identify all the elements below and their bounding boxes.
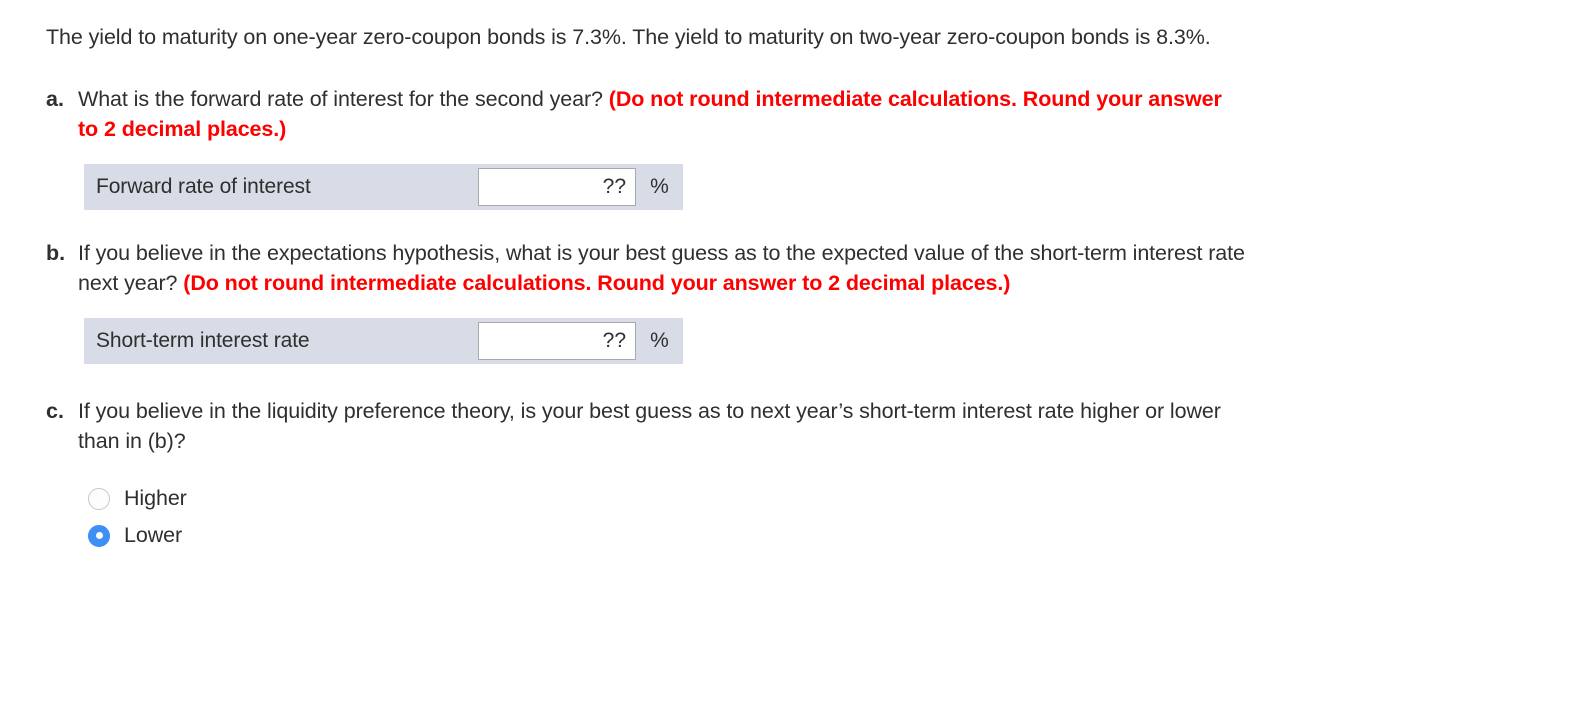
part-a-prompt: What is the forward rate of interest for…	[78, 87, 609, 111]
part-b-text: If you believe in the expectations hypot…	[78, 238, 1283, 298]
question-page: The yield to maturity on one-year zero-c…	[0, 0, 1570, 554]
part-b-answer-unit: %	[650, 329, 669, 352]
part-c-prompt: If you believe in the liquidity preferen…	[78, 399, 1221, 453]
part-a-answer-label: Forward rate of interest	[96, 175, 311, 198]
radio-higher-icon[interactable]	[88, 487, 110, 510]
part-b-letter: b.	[46, 241, 66, 265]
option-lower[interactable]: Lower	[88, 517, 1570, 554]
option-higher[interactable]: Higher	[88, 480, 1570, 517]
part-c-letter: c.	[46, 399, 64, 423]
question-part-a: a. What is the forward rate of interest …	[46, 84, 1570, 144]
radio-lower-icon[interactable]	[88, 524, 110, 547]
part-a-answer-row: Forward rate of interest %	[84, 164, 683, 210]
part-b-rounding-hint: (Do not round intermediate calculations.…	[183, 271, 1011, 295]
part-b-answer-label: Short-term interest rate	[96, 329, 310, 352]
option-lower-label: Lower	[124, 523, 183, 547]
option-higher-label: Higher	[124, 486, 187, 510]
problem-intro: The yield to maturity on one-year zero-c…	[46, 25, 1211, 49]
question-part-c: c. If you believe in the liquidity prefe…	[46, 396, 1570, 456]
part-a-letter: a.	[46, 87, 64, 111]
question-part-b: b. If you believe in the expectations hy…	[46, 238, 1570, 298]
part-b-answer-row: Short-term interest rate %	[84, 318, 683, 364]
part-a-text: What is the forward rate of interest for…	[78, 84, 1228, 144]
part-a-answer-input[interactable]	[478, 168, 636, 206]
part-a-answer-unit: %	[650, 175, 669, 198]
part-b-answer-input[interactable]	[478, 322, 636, 360]
part-c-options: Higher Lower	[88, 480, 1570, 554]
